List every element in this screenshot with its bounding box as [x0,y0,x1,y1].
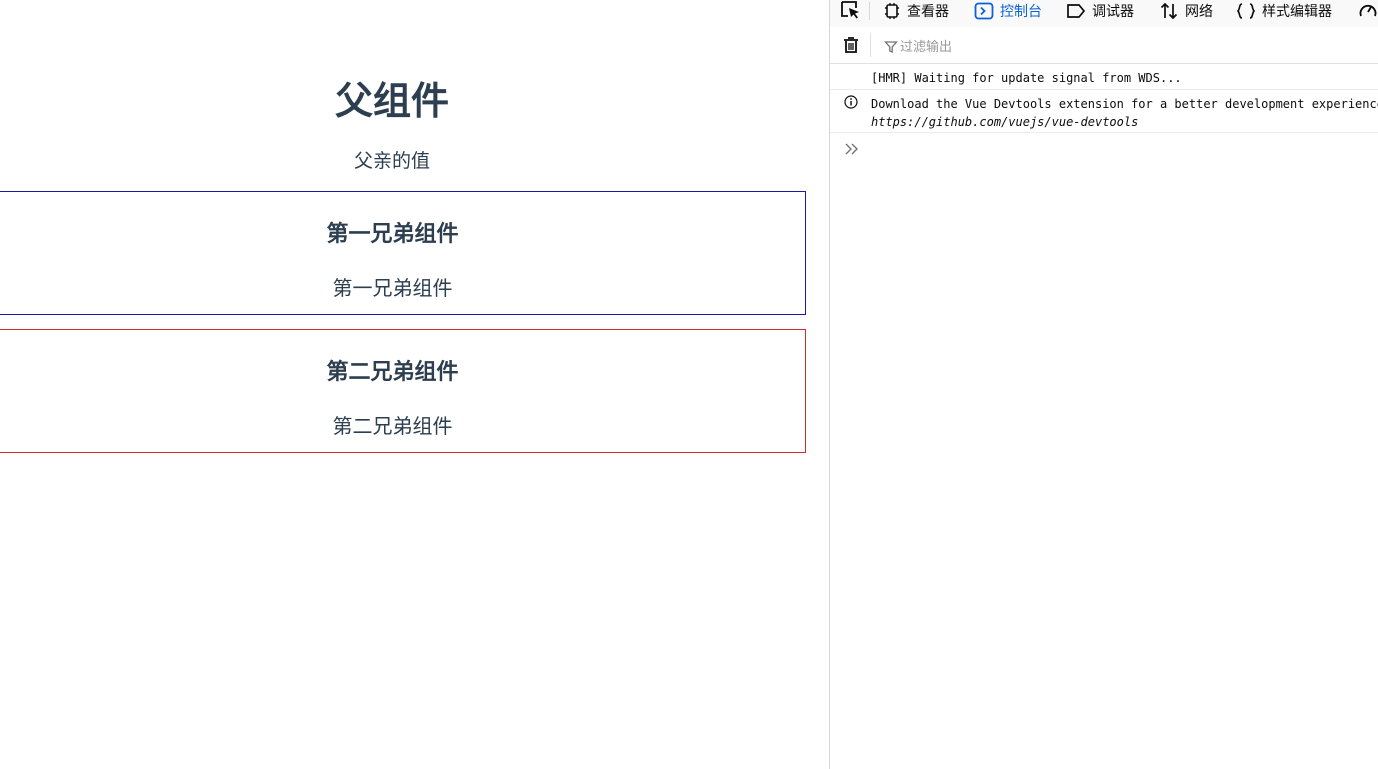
network-icon [1160,2,1178,20]
info-icon [844,95,858,112]
second-sibling-text: 第二兄弟组件 [332,414,453,438]
console-message-text: [HMR] Waiting for update signal from WDS… [871,71,1182,85]
tab-style-editor[interactable]: 样式编辑器 [1236,0,1332,22]
tab-console[interactable]: 控制台 [974,0,1042,22]
tab-performance[interactable] [1358,0,1378,22]
console-icon [974,2,994,20]
tab-inspector[interactable]: 查看器 [883,0,949,22]
console-message: [HMR] Waiting for update signal from WDS… [830,64,1378,90]
style-editor-icon [1236,3,1256,19]
console-toolbar [830,27,1378,64]
devtools-panel: 查看器 控制台 调试器 网络 样式编辑器 过滤输出 [HMR] Waiting … [829,0,1378,769]
tab-debugger[interactable]: 调试器 [1066,0,1134,22]
first-sibling-component: 第一兄弟组件 第一兄弟组件 [0,191,806,315]
second-sibling-title: 第二兄弟组件 [326,360,459,385]
tab-network-label: 网络 [1185,3,1213,19]
tab-style-editor-label: 样式编辑器 [1262,3,1332,19]
element-picker-icon[interactable] [840,0,862,24]
console-message: Download the Vue Devtools extension for … [830,90,1378,133]
performance-icon [1359,4,1377,17]
filter-output-input[interactable] [900,37,1200,55]
tab-console-label: 控制台 [1000,3,1042,19]
console-input-prompt-icon[interactable] [844,141,860,161]
clear-console-icon[interactable] [841,35,861,59]
tab-network[interactable]: 网络 [1159,0,1213,22]
toolbar-separator [870,33,871,57]
parent-title: 父组件 [334,79,449,123]
debugger-icon [1067,4,1086,18]
console-message-text: Download the Vue Devtools extension for … [871,97,1378,111]
tab-debugger-label: 调试器 [1092,3,1134,19]
filter-icon [884,39,898,58]
console-message-link[interactable]: https://github.com/vuejs/vue-devtools [871,113,1378,131]
tab-separator [869,2,870,20]
second-sibling-component: 第二兄弟组件 第二兄弟组件 [0,329,806,453]
app-page: 父组件 父亲的值 第一兄弟组件 第一兄弟组件 第二兄弟组件 第二兄弟组件 [0,0,829,769]
tab-inspector-label: 查看器 [907,3,949,19]
parent-value: 父亲的值 [353,150,430,172]
inspector-icon [885,3,899,19]
first-sibling-title: 第一兄弟组件 [326,222,459,247]
first-sibling-text: 第一兄弟组件 [332,276,453,300]
devtools-tabbar: 查看器 控制台 调试器 网络 样式编辑器 [830,0,1378,28]
